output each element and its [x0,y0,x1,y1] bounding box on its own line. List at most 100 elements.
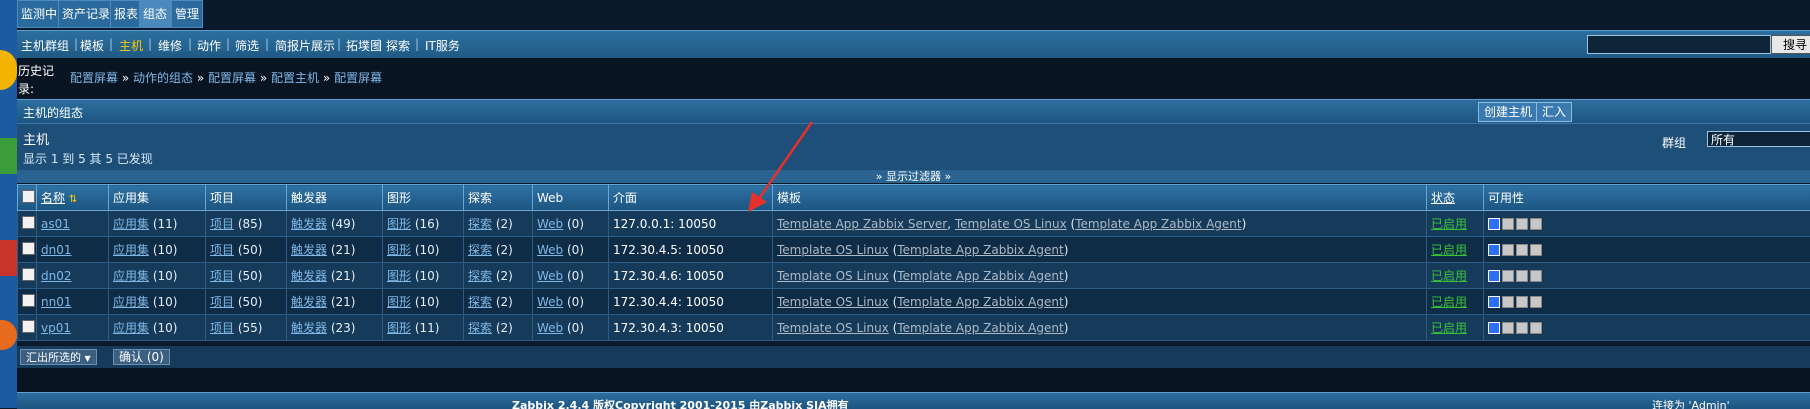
apps-link[interactable]: 应用集 [113,295,149,309]
triggers-link[interactable]: 触发器 [291,295,327,309]
subnav-templates[interactable]: 模板 [80,37,104,54]
host-name-link[interactable]: dn02 [41,269,72,283]
select-all-checkbox[interactable] [22,190,35,203]
triggers-cell: 触发器 (21) [287,263,383,289]
status-toggle[interactable]: 已启用 [1431,269,1467,283]
host-name-link[interactable]: as01 [41,217,70,231]
status-toggle[interactable]: 已启用 [1431,295,1467,309]
host-name-link[interactable]: vp01 [41,321,71,335]
mass-action-select[interactable]: 汇出所选的 ▼ [20,349,97,365]
apps-link[interactable]: 应用集 [113,269,149,283]
web-link[interactable]: Web [537,321,563,335]
discovery-link[interactable]: 探索 [468,243,492,257]
web-link[interactable]: Web [537,243,563,257]
breadcrumb-item[interactable]: 配置主机 [271,71,319,85]
web-link[interactable]: Web [537,269,563,283]
graphs-link[interactable]: 图形 [387,321,411,335]
subnav-discovery[interactable]: 探索 [386,37,410,54]
subnav-it-services[interactable]: IT服务 [425,37,460,54]
items-link[interactable]: 项目 [210,217,234,231]
column-header-name[interactable]: 名称 ⇅ [37,185,109,211]
triggers-link[interactable]: 触发器 [291,243,327,257]
double-chevron-down-icon: » [945,170,952,183]
triggers-link[interactable]: 触发器 [291,321,327,335]
discovery-link[interactable]: 探索 [468,217,492,231]
graphs-link[interactable]: 图形 [387,217,411,231]
discovery-link[interactable]: 探索 [468,295,492,309]
subnav-separator: | [226,37,230,51]
items-link[interactable]: 项目 [210,243,234,257]
apps-cell: 应用集 (10) [109,237,206,263]
apps-link[interactable]: 应用集 [113,321,149,335]
row-select-cell [18,237,37,263]
status-toggle[interactable]: 已启用 [1431,217,1467,231]
template-link[interactable]: Template OS Linux [777,321,889,335]
filter-toggle[interactable]: » 显示过滤器 » [17,170,1810,183]
tab-configuration[interactable]: 组态 [139,0,171,28]
parent-template-link[interactable]: Template App Zabbix Agent [897,295,1063,309]
column-header-web: Web [533,185,609,211]
web-link[interactable]: Web [537,295,563,309]
tab-administration[interactable]: 管理 [171,0,203,28]
template-link[interactable]: Template OS Linux [955,217,1067,231]
triggers-cell: 触发器 (23) [287,315,383,341]
breadcrumb-item[interactable]: 配置屏幕 [208,71,256,85]
tab-monitoring[interactable]: 监测中 [17,0,61,28]
items-count: (55) [238,321,263,335]
discovery-link[interactable]: 探索 [468,321,492,335]
template-link[interactable]: Template OS Linux [777,295,889,309]
availability-cell [1484,315,1810,341]
subnav-filters[interactable]: 筛选 [235,37,259,54]
subnav-maintenance[interactable]: 维修 [158,37,182,54]
search-button[interactable]: 搜寻 [1771,35,1810,54]
group-select[interactable]: 所有 ▼ [1707,131,1810,147]
breadcrumb-item[interactable]: 配置屏幕 [70,71,118,85]
create-host-button[interactable]: 创建主机 [1478,102,1538,122]
items-link[interactable]: 项目 [210,269,234,283]
table-row: as01 应用集 (11) 项目 (85) 触发器 (49) 图形 (16) 探… [18,211,1810,237]
row-checkbox[interactable] [22,320,35,333]
status-toggle[interactable]: 已启用 [1431,243,1467,257]
template-link[interactable]: Template App Zabbix Server [777,217,947,231]
parent-template-link[interactable]: Template App Zabbix Agent [897,321,1063,335]
subnav-slides[interactable]: 简报片展示 [275,37,335,54]
host-name-link[interactable]: dn01 [41,243,72,257]
column-header-status[interactable]: 状态 [1427,185,1484,211]
copyright-text: Zabbix 2.4.4 版权Copyright 2001-2015 由Zabb… [512,397,849,409]
parent-template-link[interactable]: Template App Zabbix Agent [897,269,1063,283]
triggers-link[interactable]: 触发器 [291,217,327,231]
graphs-link[interactable]: 图形 [387,269,411,283]
template-link[interactable]: Template OS Linux [777,269,889,283]
hosts-count: 显示 1 到 5 其 5 已发现 [23,150,153,167]
tab-inventory[interactable]: 资产记录 [58,0,114,28]
paren-close: ) [1064,243,1069,257]
apps-link[interactable]: 应用集 [113,217,149,231]
triggers-link[interactable]: 触发器 [291,269,327,283]
parent-template-link[interactable]: Template App Zabbix Agent [897,243,1063,257]
host-name-link[interactable]: nn01 [41,295,71,309]
apps-link[interactable]: 应用集 [113,243,149,257]
row-checkbox[interactable] [22,294,35,307]
import-button[interactable]: 汇入 [1536,102,1572,122]
items-link[interactable]: 项目 [210,295,234,309]
tab-reports[interactable]: 报表 [110,0,142,28]
breadcrumb-item[interactable]: 动作的组态 [133,71,193,85]
subnav-hosts[interactable]: 主机 [119,37,143,54]
confirm-button[interactable]: 确认 (0) [113,349,170,365]
web-link[interactable]: Web [537,217,563,231]
row-checkbox[interactable] [22,216,35,229]
template-link[interactable]: Template OS Linux [777,243,889,257]
graphs-link[interactable]: 图形 [387,243,411,257]
subnav-host-groups[interactable]: 主机群组 [21,37,69,54]
row-checkbox[interactable] [22,268,35,281]
breadcrumb-item[interactable]: 配置屏幕 [334,71,382,85]
graphs-link[interactable]: 图形 [387,295,411,309]
discovery-link[interactable]: 探索 [468,269,492,283]
row-checkbox[interactable] [22,242,35,255]
items-count: (50) [238,243,263,257]
subnav-actions[interactable]: 动作 [197,37,221,54]
status-toggle[interactable]: 已启用 [1431,321,1467,335]
parent-template-link[interactable]: Template App Zabbix Agent [1075,217,1241,231]
search-input[interactable] [1587,35,1771,54]
items-link[interactable]: 项目 [210,321,234,335]
